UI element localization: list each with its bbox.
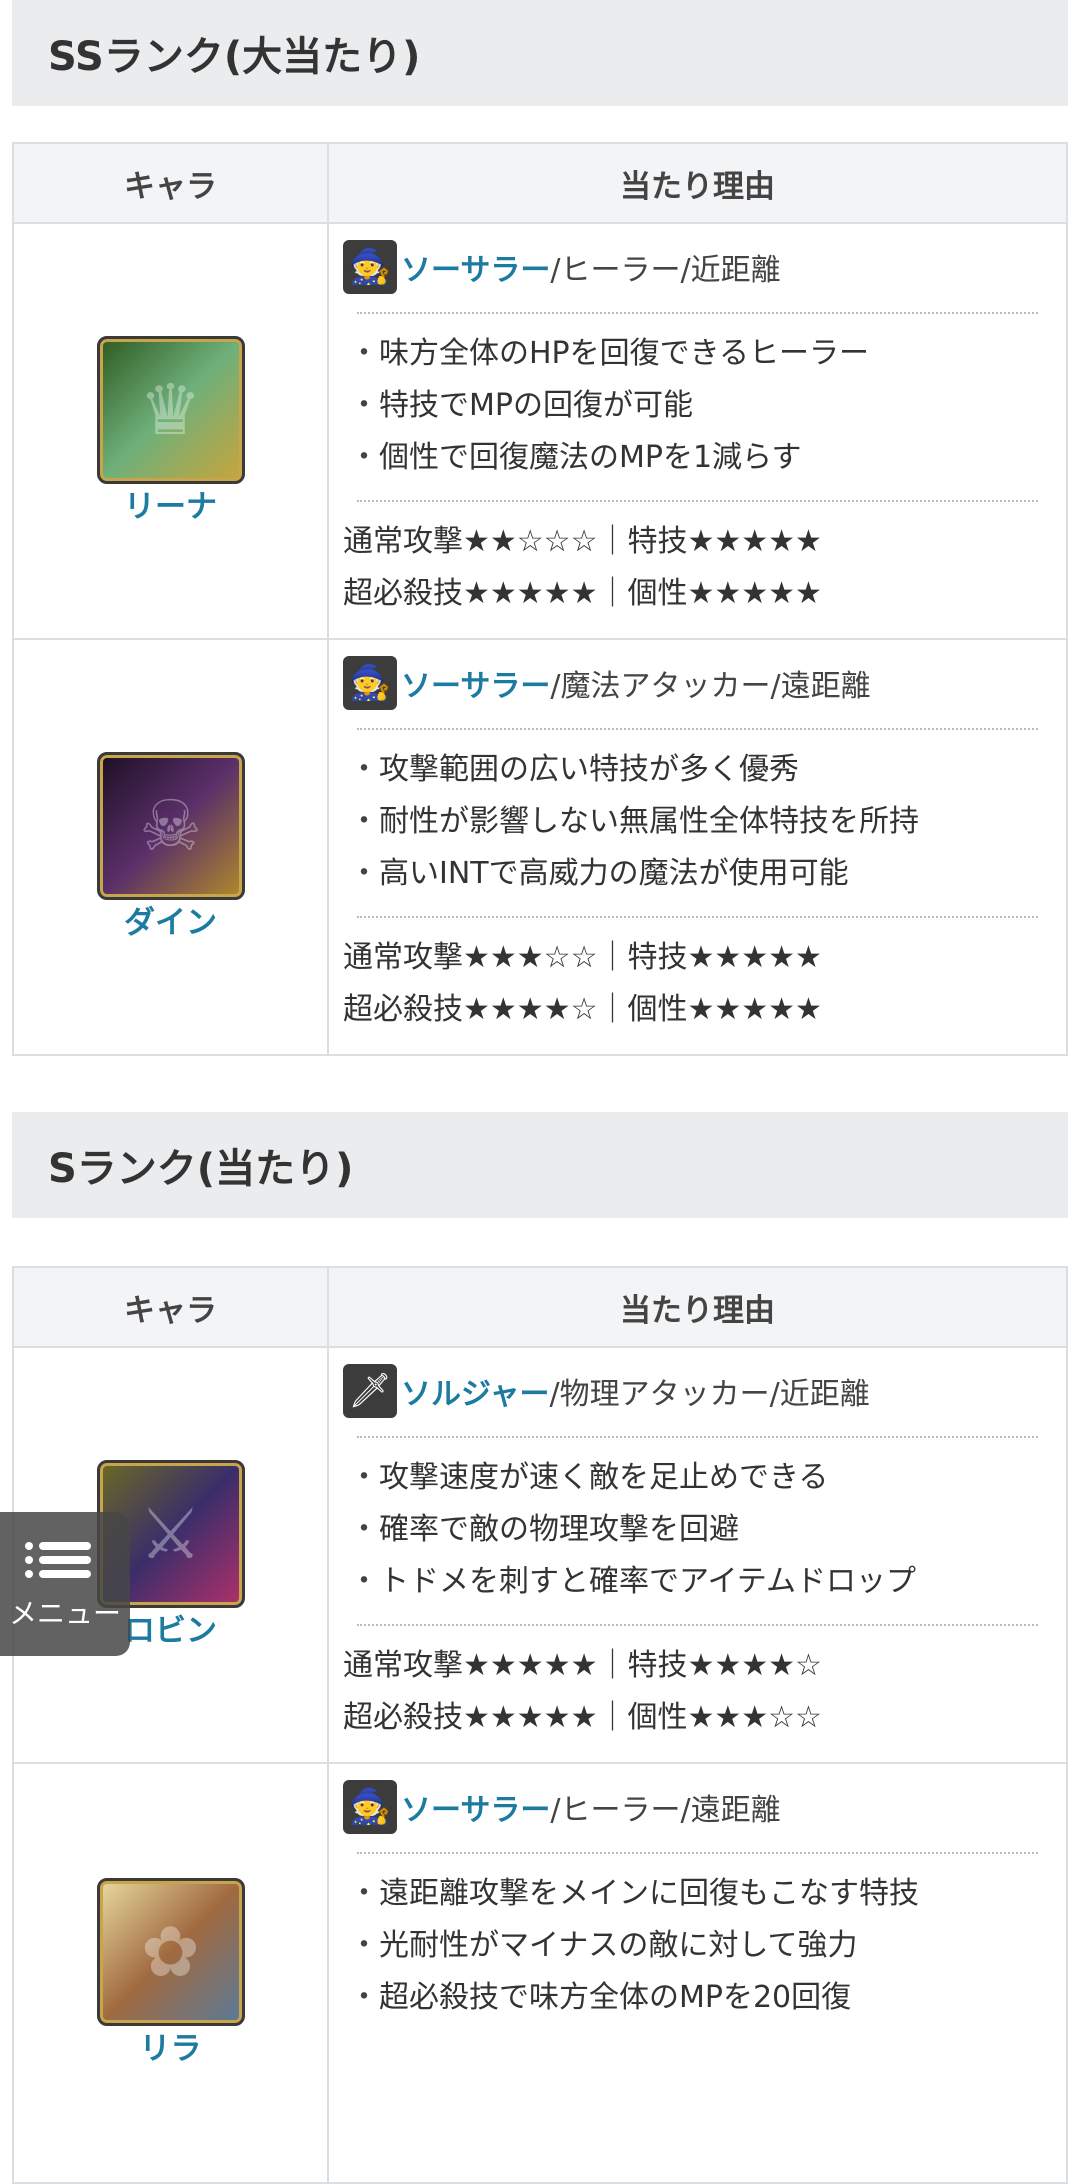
role-line: 🧙 ソーサラー /魔法アタッカー/遠距離 xyxy=(343,654,1052,712)
character-portrait[interactable]: ☠ xyxy=(96,752,245,900)
table-row: ♛ リーナ 🧙 ソーサラー /ヒーラー/近距離 味方全体のHPを回復できるヒーラ… xyxy=(12,222,1068,640)
dotted-divider xyxy=(357,728,1038,730)
role-class-link[interactable]: ソルジャー xyxy=(401,1369,550,1413)
character-cell: ☠ ダイン xyxy=(12,638,329,1056)
sorcerer-icon: 🧙 xyxy=(343,240,397,294)
list-item: 光耐性がマイナスの敵に対して強力 xyxy=(349,1920,1052,1972)
dotted-divider xyxy=(357,916,1038,918)
role-line: 🗡 ソルジャー /物理アタッカー/近距離 xyxy=(343,1362,1052,1420)
menu-button[interactable]: メニュー xyxy=(0,1512,130,1656)
table-row: ✿ リラ 🧙 ソーサラー /ヒーラー/遠距離 遠距離攻撃をメインに回復もこなす特… xyxy=(12,1762,1068,2184)
list-item: 確率で敵の物理攻撃を回避 xyxy=(349,1504,1052,1556)
dotted-divider xyxy=(357,312,1038,314)
sorcerer-icon: 🧙 xyxy=(343,656,397,710)
list-item: 味方全体のHPを回復できるヒーラー xyxy=(349,328,1052,380)
character-name-link[interactable]: リーナ xyxy=(14,488,327,526)
role-detail: /物理アタッカー/近距離 xyxy=(549,1377,870,1412)
soldier-icon: 🗡 xyxy=(343,1364,397,1418)
role-line: 🧙 ソーサラー /ヒーラー/近距離 xyxy=(343,238,1052,296)
role-class-link[interactable]: ソーサラー xyxy=(401,245,550,289)
list-item: 遠距離攻撃をメインに回復もこなす特技 xyxy=(349,1868,1052,1920)
ss-rank-title: SSランク(大当たり) xyxy=(12,0,1068,106)
s-rank-title: Sランク(当たり) xyxy=(12,1112,1068,1218)
reason-list: 遠距離攻撃をメインに回復もこなす特技 光耐性がマイナスの敵に対して強力 超必殺技… xyxy=(343,1868,1052,2024)
dotted-divider xyxy=(357,1852,1038,1854)
table-row: ☠ ダイン 🧙 ソーサラー /魔法アタッカー/遠距離 攻撃範囲の広い特技が多く優… xyxy=(12,638,1068,1056)
column-header-character: キャラ xyxy=(12,1266,329,1348)
dotted-divider xyxy=(357,1436,1038,1438)
list-item: 特技でMPの回復が可能 xyxy=(349,380,1052,432)
dotted-divider xyxy=(357,1624,1038,1626)
role-detail: /魔法アタッカー/遠距離 xyxy=(550,669,871,704)
list-item: 攻撃速度が速く敵を足止めできる xyxy=(349,1452,1052,1504)
hamburger-icon xyxy=(25,1536,91,1584)
reason-cell: 🧙 ソーサラー /魔法アタッカー/遠距離 攻撃範囲の広い特技が多く優秀 耐性が影… xyxy=(327,638,1068,1056)
list-item: 個性で回復魔法のMPを1減らす xyxy=(349,432,1052,484)
list-item: 高いINTで高威力の魔法が使用可能 xyxy=(349,848,1052,900)
stats-line: 通常攻撃★★★★★｜特技★★★★☆ xyxy=(343,1648,822,1683)
stats-line: 超必殺技★★★★★｜個性★★★☆☆ xyxy=(343,1700,822,1735)
role-line: 🧙 ソーサラー /ヒーラー/遠距離 xyxy=(343,1778,1052,1836)
stats-line: 超必殺技★★★★★｜個性★★★★★ xyxy=(343,576,822,611)
s-rank-table: キャラ 当たり理由 ⚔ ロビン 🗡 ソルジャー /物理アタッカー/近距離 攻撃速… xyxy=(12,1266,1068,2184)
role-detail: /ヒーラー/遠距離 xyxy=(550,1793,781,1828)
column-header-reason: 当たり理由 xyxy=(327,1266,1068,1348)
character-portrait[interactable]: ✿ xyxy=(96,1878,245,2026)
sorcerer-icon: 🧙 xyxy=(343,1780,397,1834)
stats-line: 通常攻撃★★★☆☆｜特技★★★★★ xyxy=(343,940,822,975)
role-class-link[interactable]: ソーサラー xyxy=(401,1785,550,1829)
reason-cell: 🧙 ソーサラー /ヒーラー/近距離 味方全体のHPを回復できるヒーラー 特技でM… xyxy=(327,222,1068,640)
role-detail: /ヒーラー/近距離 xyxy=(550,253,781,288)
character-cell: ✿ リラ xyxy=(12,1762,329,2184)
ss-rank-table: キャラ 当たり理由 ♛ リーナ 🧙 ソーサラー /ヒーラー/近距離 味方全体のH… xyxy=(12,142,1068,1056)
reason-cell: 🧙 ソーサラー /ヒーラー/遠距離 遠距離攻撃をメインに回復もこなす特技 光耐性… xyxy=(327,1762,1068,2184)
character-portrait[interactable]: ♛ xyxy=(96,336,245,484)
menu-label: メニュー xyxy=(8,1597,121,1630)
reason-list: 攻撃速度が速く敵を足止めできる 確率で敵の物理攻撃を回避 トドメを刺すと確率でア… xyxy=(343,1452,1052,1608)
stats-line: 超必殺技★★★★☆｜個性★★★★★ xyxy=(343,992,822,1027)
reason-list: 攻撃範囲の広い特技が多く優秀 耐性が影響しない無属性全体特技を所持 高いINTで… xyxy=(343,744,1052,900)
table-row: ⚔ ロビン 🗡 ソルジャー /物理アタッカー/近距離 攻撃速度が速く敵を足止めで… xyxy=(12,1346,1068,1764)
list-item: 耐性が影響しない無属性全体特技を所持 xyxy=(349,796,1052,848)
character-name-link[interactable]: リラ xyxy=(14,2030,327,2068)
stats-line: 通常攻撃★★☆☆☆｜特技★★★★★ xyxy=(343,524,822,559)
list-item: 攻撃範囲の広い特技が多く優秀 xyxy=(349,744,1052,796)
character-name-link[interactable]: ダイン xyxy=(14,904,327,942)
character-cell: ♛ リーナ xyxy=(12,222,329,640)
list-item: トドメを刺すと確率でアイテムドロップ xyxy=(349,1556,1052,1608)
list-item: 超必殺技で味方全体のMPを20回復 xyxy=(349,1972,1052,2024)
reason-cell: 🗡 ソルジャー /物理アタッカー/近距離 攻撃速度が速く敵を足止めできる 確率で… xyxy=(327,1346,1068,1764)
reason-list: 味方全体のHPを回復できるヒーラー 特技でMPの回復が可能 個性で回復魔法のMP… xyxy=(343,328,1052,484)
dotted-divider xyxy=(357,500,1038,502)
role-class-link[interactable]: ソーサラー xyxy=(401,661,550,705)
column-header-reason: 当たり理由 xyxy=(327,142,1068,224)
column-header-character: キャラ xyxy=(12,142,329,224)
